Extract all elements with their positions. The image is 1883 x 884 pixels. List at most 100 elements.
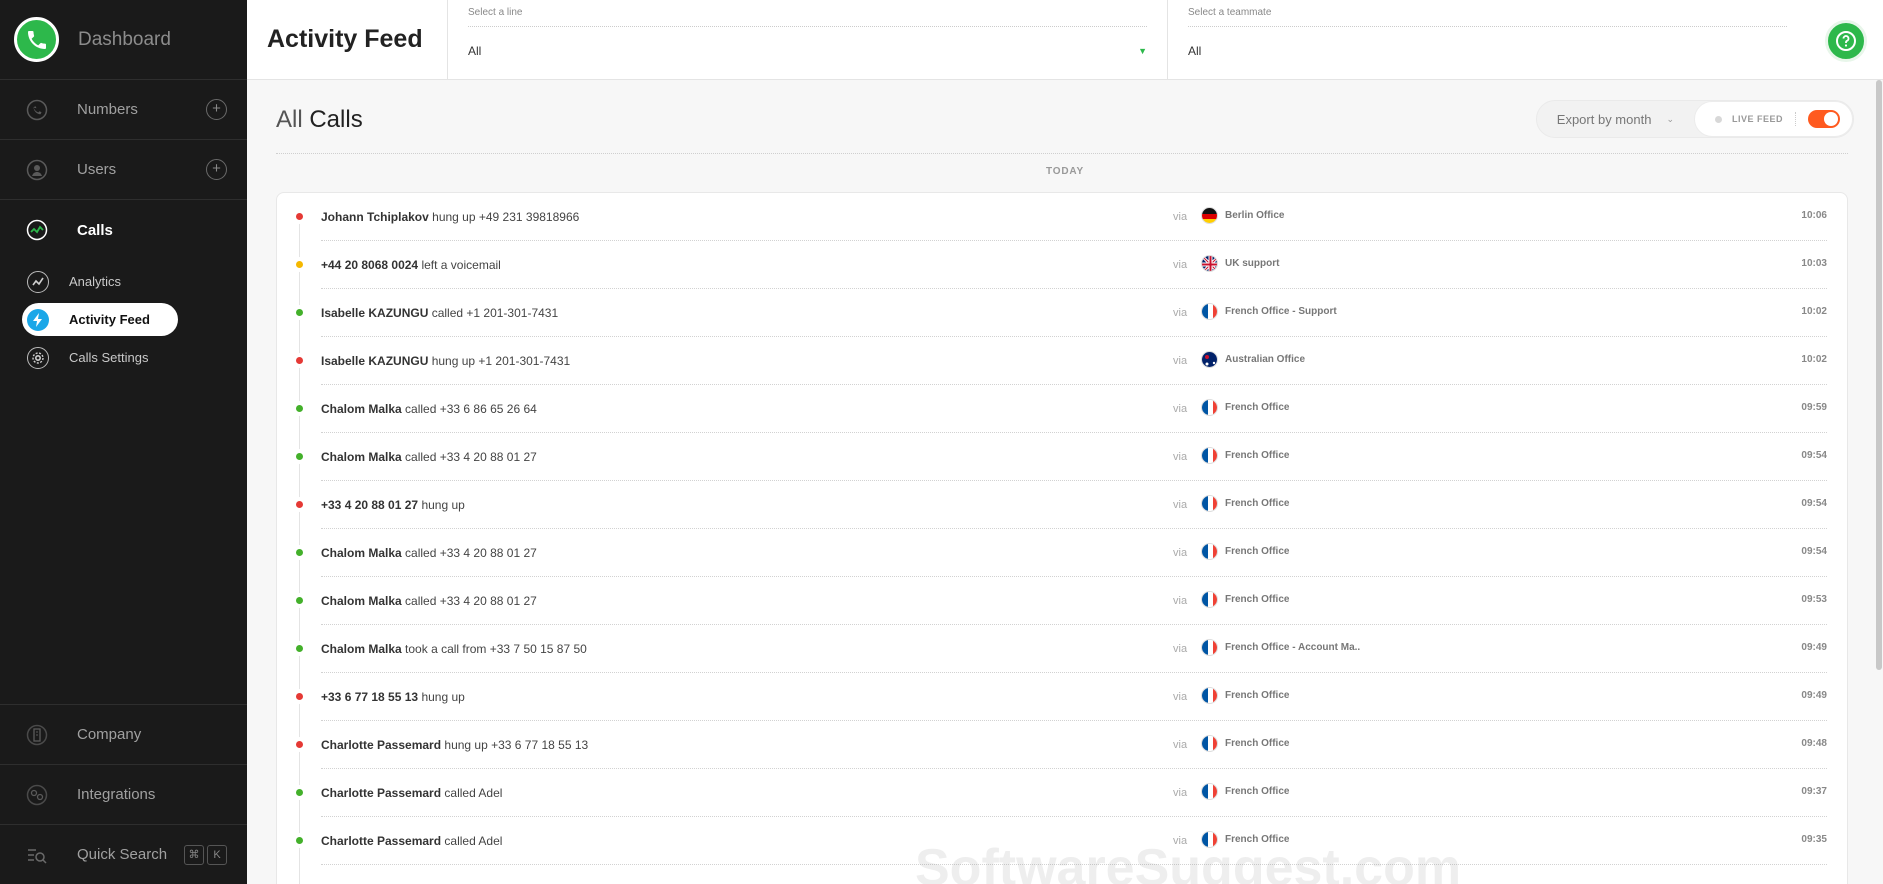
flag-fr-icon: [1201, 735, 1218, 752]
export-by-month-dropdown[interactable]: Export by month ⌄: [1537, 112, 1694, 127]
call-row[interactable]: +33 4 20 88 01 27 hung up via French Off…: [277, 481, 1847, 529]
sidebar-item-calls-settings[interactable]: Calls Settings: [22, 341, 178, 374]
live-feed-control: LIVE FEED: [1693, 101, 1853, 137]
feed-controls: Export by month ⌄ LIVE FEED: [1535, 100, 1854, 138]
status-dot: [296, 357, 303, 364]
call-row[interactable]: Isabelle KAZUNGU called +1 201-301-7431 …: [277, 289, 1847, 337]
flag-fr-icon: [1201, 495, 1218, 512]
line-name[interactable]: French Office: [1225, 738, 1289, 749]
call-row[interactable]: Johann Tchiplakov hung up +49 231 398189…: [277, 193, 1847, 241]
call-actor[interactable]: +33 4 20 88 01 27: [321, 498, 418, 512]
add-user-button[interactable]: +: [206, 159, 227, 180]
call-actor[interactable]: Chalom Malka: [321, 642, 402, 656]
sidebar-item-analytics[interactable]: Analytics: [22, 265, 178, 298]
sidebar-item-integrations[interactable]: Integrations: [0, 764, 247, 824]
call-actor[interactable]: Chalom Malka: [321, 594, 402, 608]
dashboard-link[interactable]: Dashboard: [78, 29, 171, 51]
via-label: via: [1173, 307, 1188, 319]
teammate-select[interactable]: Select a teammate All: [1167, 0, 1807, 80]
k-key: K: [207, 844, 227, 865]
call-actor[interactable]: Chalom Malka: [321, 450, 402, 464]
gear-icon: [27, 346, 49, 369]
add-number-button[interactable]: +: [206, 99, 227, 120]
call-description: +33 6 77 18 55 13 hung up: [321, 690, 465, 704]
call-action: called +33 4 20 88 01 27: [405, 546, 537, 560]
call-actor[interactable]: Johann Tchiplakov: [321, 210, 429, 224]
sidebar-item-numbers[interactable]: Numbers +: [0, 80, 247, 140]
via-label: via: [1173, 259, 1188, 271]
call-actor[interactable]: Charlotte Passemard: [321, 738, 441, 752]
watermark: SoftwareSuggest.com: [915, 839, 1462, 884]
call-description: Charlotte Passemard called Adel: [321, 834, 502, 848]
sidebar-item-quick-search[interactable]: Quick Search ⌘ K: [0, 824, 247, 884]
sidebar-item-users[interactable]: Users +: [0, 140, 247, 200]
scrollbar[interactable]: [1876, 80, 1882, 670]
call-row[interactable]: Chalom Malka called +33 4 20 88 01 27 vi…: [277, 529, 1847, 577]
call-row[interactable]: Charlotte Passemard called Adel via Fren…: [277, 769, 1847, 817]
call-row[interactable]: Chalom Malka called +33 6 86 65 26 64 vi…: [277, 385, 1847, 433]
line-name[interactable]: Berlin Office: [1225, 210, 1284, 221]
call-action: hung up: [421, 498, 465, 512]
user-icon: [26, 159, 48, 181]
line-select[interactable]: Select a line All ▼: [447, 0, 1167, 80]
call-row[interactable]: Chalom Malka called +33 4 20 88 01 27 vi…: [277, 433, 1847, 481]
line-name[interactable]: UK support: [1225, 258, 1279, 269]
call-actor[interactable]: Isabelle KAZUNGU: [321, 354, 428, 368]
call-time: 09:49: [1801, 642, 1827, 653]
call-row[interactable]: +44 20 8068 0024 left a voicemail via UK…: [277, 241, 1847, 289]
call-time: 10:03: [1801, 258, 1827, 269]
via-label: via: [1173, 355, 1188, 367]
sidebar-item-calls[interactable]: Calls: [0, 200, 247, 260]
status-dot: [296, 261, 303, 268]
via-label: via: [1173, 691, 1188, 703]
call-description: Charlotte Passemard called Adel: [321, 786, 502, 800]
line-name[interactable]: French Office: [1225, 450, 1289, 461]
search-list-icon: [26, 844, 48, 866]
call-row[interactable]: +33 6 77 18 55 13 hung up via French Off…: [277, 673, 1847, 721]
phone-logo-icon[interactable]: [14, 17, 59, 62]
line-name[interactable]: French Office: [1225, 498, 1289, 509]
analytics-icon: [27, 270, 49, 293]
integrations-icon: [26, 784, 48, 806]
line-name[interactable]: French Office: [1225, 786, 1289, 797]
sidebar-item-company[interactable]: Company: [0, 704, 247, 764]
export-label: Export by month: [1556, 111, 1652, 127]
call-description: Charlotte Passemard hung up +33 6 77 18 …: [321, 738, 588, 752]
line-name[interactable]: Australian Office: [1225, 354, 1305, 365]
line-name[interactable]: French Office: [1225, 690, 1289, 701]
call-actor[interactable]: Chalom Malka: [321, 546, 402, 560]
help-button[interactable]: [1825, 20, 1867, 62]
call-row[interactable]: Isabelle KAZUNGU hung up +1 201-301-7431…: [277, 337, 1847, 385]
flag-de-icon: [1201, 207, 1218, 224]
call-description: Johann Tchiplakov hung up +49 231 398189…: [321, 210, 579, 224]
call-row[interactable]: Chalom Malka called +33 4 20 88 01 27 vi…: [277, 577, 1847, 625]
live-feed-label: LIVE FEED: [1731, 114, 1783, 124]
call-actor[interactable]: Isabelle KAZUNGU: [321, 306, 428, 320]
call-actor[interactable]: +33 6 77 18 55 13: [321, 690, 418, 704]
flag-fr-icon: [1201, 303, 1218, 320]
sidebar-item-activity-feed[interactable]: Activity Feed: [22, 303, 178, 336]
line-name[interactable]: French Office: [1225, 594, 1289, 605]
flag-fr-icon: [1201, 447, 1218, 464]
call-action: hung up: [421, 690, 465, 704]
call-description: Chalom Malka called +33 4 20 88 01 27: [321, 594, 537, 608]
line-name[interactable]: French Office: [1225, 402, 1289, 413]
call-time: 09:49: [1801, 690, 1827, 701]
line-name[interactable]: French Office - Support: [1225, 306, 1337, 317]
status-dot: [296, 405, 303, 412]
call-actor[interactable]: +44 20 8068 0024: [321, 258, 418, 272]
call-row[interactable]: Chalom Malka took a call from +33 7 50 1…: [277, 625, 1847, 673]
title-prefix: All: [276, 106, 303, 133]
live-feed-toggle[interactable]: [1808, 110, 1840, 128]
call-actor[interactable]: Chalom Malka: [321, 402, 402, 416]
call-actor[interactable]: Charlotte Passemard: [321, 786, 441, 800]
call-time: 09:53: [1801, 594, 1827, 605]
call-row[interactable]: Charlotte Passemard hung up +33 6 77 18 …: [277, 721, 1847, 769]
brand: Dashboard: [0, 0, 247, 80]
status-dot: [296, 741, 303, 748]
call-time: 10:06: [1801, 210, 1827, 221]
line-name[interactable]: French Office: [1225, 546, 1289, 557]
line-name[interactable]: French Office - Account Ma..: [1225, 642, 1360, 653]
call-actor[interactable]: Charlotte Passemard: [321, 834, 441, 848]
call-action: hung up +33 6 77 18 55 13: [444, 738, 589, 752]
